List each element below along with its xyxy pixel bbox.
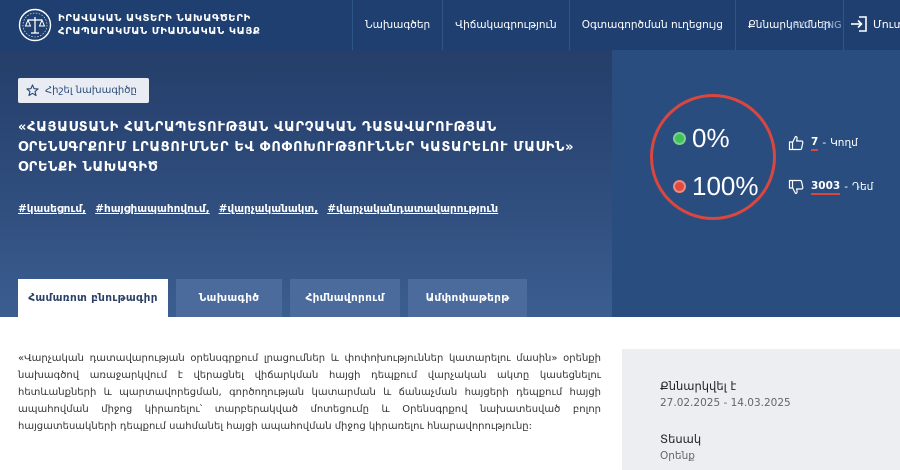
tab-draft[interactable]: Նախագիծ [176, 279, 282, 317]
discussed-label: Քննարկվել է [660, 379, 737, 393]
top-header: ԻՐԱՎԱԿԱՆ ԱԿՏԵՐԻ ՆԱԽԱԳԾԵՐԻ ՀՐԱՊԱՐԱԿՄԱՆ ՄԻ… [0, 0, 900, 50]
no-count: 3003 [811, 180, 841, 195]
tab-summary[interactable]: Համառոտ բնութագիր [18, 279, 168, 317]
yes-count: 7 [811, 136, 819, 151]
project-hero: Հիշել նախագիծը «ՀԱՅԱՍՏԱՆԻ ՀԱՆՐԱՊԵՏՈՒԹՅԱՆ… [0, 50, 612, 317]
vote-ring: 0% 100% [650, 94, 776, 220]
type-value: Օրենք [660, 450, 695, 462]
favorite-label: Հիշել նախագիծը [45, 85, 137, 96]
tag-link[interactable]: #վարչականդատավարություն [327, 203, 498, 215]
vote-yes-button[interactable]: 7 - Կողմ [788, 135, 858, 151]
nav-statistics[interactable]: Վիճակագրություն [442, 0, 569, 50]
site-name-line1: ԻՐԱՎԱԿԱՆ ԱԿՏԵՐԻ ՆԱԽԱԳԾԵՐԻ [58, 13, 251, 24]
thumbs-up-icon [788, 135, 804, 151]
star-icon [26, 84, 39, 97]
tag-list: #կասեցում, #հայցիապահովում, #վարչականակտ… [18, 203, 507, 215]
scales-emblem-icon[interactable] [18, 8, 52, 42]
nav-user-guide[interactable]: Օգտագործման ուղեցույց [568, 0, 735, 50]
project-tabs: Համառոտ բնութագիր Նախագիծ Հիմնավորում Ամ… [18, 279, 535, 317]
vote-no-button[interactable]: 3003 - Դեմ [788, 179, 873, 195]
sign-in-icon [851, 16, 867, 32]
favorite-button[interactable]: Հիշել նախագիծը [18, 78, 149, 103]
discussed-period: 27.02.2025 - 14.03.2025 [660, 397, 791, 409]
yes-label: Կողմ [830, 137, 858, 149]
login-link[interactable]: Մուտք [850, 16, 900, 32]
type-label: Տեսակ [660, 432, 702, 446]
thumbs-down-icon [788, 179, 804, 195]
tag-link[interactable]: #կասեցում, [18, 203, 86, 215]
main-nav: Նախագծեր Վիճակագրություն Օգտագործման ուղ… [352, 0, 844, 50]
no-percent-row: 100% [675, 171, 759, 202]
nav-projects[interactable]: Նախագծեր [352, 0, 442, 50]
lang-ru-link[interactable]: РУС [793, 20, 811, 31]
project-info-sidebar: Քննարկվել է 27.02.2025 - 14.03.2025 Տեսա… [622, 349, 900, 470]
tab-justification[interactable]: Հիմնավորում [290, 279, 400, 317]
vote-panel: 0% 100% 7 - Կողմ 3003 - Դեմ [612, 50, 900, 317]
yes-percent: 0% [692, 123, 730, 153]
yes-indicator-dot [675, 134, 684, 143]
project-description: «Վարչական դատավարության օրենսգրքում լրաց… [18, 353, 601, 432]
lang-en-link[interactable]: ENG [821, 20, 841, 31]
site-name-line2: ՀՐԱՊԱՐԱԿՄԱՆ ՄԻԱՍՆԱԿԱՆ ԿԱՅՔ [58, 26, 261, 37]
tab-summary-sheet[interactable]: Ամփոփաթերթ [408, 279, 527, 317]
login-label: Մուտք [873, 17, 900, 31]
yes-separator: - [822, 137, 827, 149]
site-name[interactable]: ԻՐԱՎԱԿԱՆ ԱԿՏԵՐԻ ՆԱԽԱԳԾԵՐԻ ՀՐԱՊԱՐԱԿՄԱՆ ՄԻ… [58, 12, 260, 38]
tag-link[interactable]: #հայցիապահովում, [95, 203, 209, 215]
yes-percent-row: 0% [675, 123, 730, 154]
no-percent: 100% [692, 171, 759, 201]
project-title: «ՀԱՅԱՍՏԱՆԻ ՀԱՆՐԱՊԵՏՈՒԹՅԱՆ ՎԱՐՉԱԿԱՆ ԴԱՏԱՎ… [18, 120, 575, 175]
tag-link[interactable]: #վարչականակտ, [219, 203, 319, 215]
no-separator: - [844, 181, 849, 193]
no-indicator-dot [675, 182, 684, 191]
no-label: Դեմ [852, 181, 874, 193]
